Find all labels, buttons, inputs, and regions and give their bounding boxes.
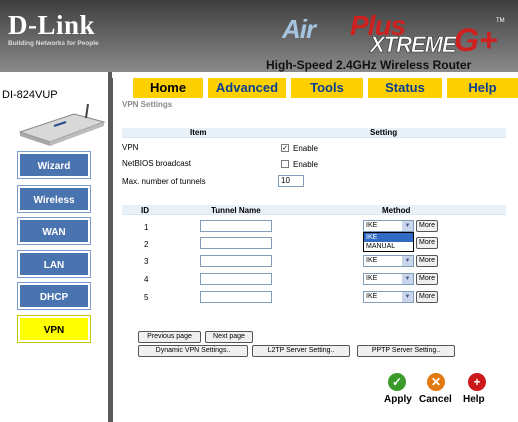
netbios-enable-label: Enable bbox=[293, 160, 318, 169]
nav-dhcp-button[interactable]: DHCP bbox=[17, 282, 91, 310]
tunnel-name-input[interactable] bbox=[200, 291, 272, 303]
tunnel-id: 2 bbox=[144, 240, 149, 249]
tunnel-name-input[interactable] bbox=[200, 237, 272, 249]
router-image bbox=[18, 104, 106, 146]
method-select[interactable]: IKE ▼ bbox=[363, 220, 414, 232]
tab-status[interactable]: Status bbox=[368, 78, 442, 98]
nav-lan-button[interactable]: LAN bbox=[17, 250, 91, 278]
model-name: DI-824VUP bbox=[2, 89, 58, 101]
dropdown-option-manual[interactable]: MANUAL bbox=[364, 242, 413, 251]
page-title: VPN Settings bbox=[122, 100, 173, 109]
chevron-down-icon: ▼ bbox=[402, 292, 413, 302]
nav-wireless-button[interactable]: Wireless bbox=[17, 185, 91, 213]
product-subtitle: High-Speed 2.4GHz Wireless Router bbox=[266, 58, 472, 72]
method-value: IKE bbox=[366, 275, 378, 282]
method-value: IKE bbox=[366, 293, 378, 300]
nav-wizard-button[interactable]: Wizard bbox=[17, 151, 91, 179]
chevron-down-icon: ▼ bbox=[402, 274, 413, 284]
product-gplus: G+ bbox=[454, 22, 498, 58]
method-select[interactable]: IKE ▼ bbox=[363, 291, 414, 303]
tab-help[interactable]: Help bbox=[447, 78, 518, 98]
method-value: IKE bbox=[366, 257, 378, 264]
cancel-label[interactable]: Cancel bbox=[419, 394, 452, 405]
method-value: IKE bbox=[366, 222, 378, 229]
product-air: Air bbox=[282, 14, 316, 44]
dropdown-option-ike[interactable]: IKE bbox=[364, 233, 413, 242]
product-xtreme: XTREME bbox=[370, 32, 457, 58]
tab-home[interactable]: Home bbox=[133, 78, 203, 98]
chevron-down-icon: ▼ bbox=[402, 221, 413, 231]
tunnel-id: 1 bbox=[144, 223, 149, 232]
sidebar-divider bbox=[108, 72, 113, 422]
tunnel-name-input[interactable] bbox=[200, 273, 272, 285]
previous-page-button[interactable]: Previous page bbox=[138, 331, 201, 343]
max-tunnels-input[interactable]: 10 bbox=[278, 175, 304, 187]
dynamic-vpn-settings-button[interactable]: Dynamic VPN Settings.. bbox=[138, 345, 248, 357]
tunnel-id: 4 bbox=[144, 275, 149, 284]
dlink-logo: D-Link Building Networks for People bbox=[8, 10, 99, 48]
top-tabs: Home Advanced Tools Status Help bbox=[133, 78, 518, 98]
tunnel-name-input[interactable] bbox=[200, 255, 272, 267]
tunnel-id: 3 bbox=[144, 257, 149, 266]
vpn-label: VPN bbox=[122, 143, 139, 152]
cancel-x-icon[interactable]: ✕ bbox=[427, 373, 445, 391]
help-label[interactable]: Help bbox=[463, 394, 485, 405]
method-dropdown-list[interactable]: IKE MANUAL bbox=[363, 232, 414, 252]
brand-name: D-Link bbox=[8, 10, 96, 40]
header-banner: D-Link Building Networks for People Air … bbox=[0, 0, 518, 72]
product-logo: Air Plus XTREME G+ TM High-Speed 2.4GHz … bbox=[258, 8, 516, 72]
col-id-header: ID bbox=[141, 206, 149, 215]
apply-label[interactable]: Apply bbox=[384, 394, 412, 405]
pptp-server-setting-button[interactable]: PPTP Server Setting.. bbox=[357, 345, 455, 357]
more-button[interactable]: More bbox=[416, 255, 438, 267]
tunnel-header-bar bbox=[122, 205, 506, 215]
tab-tools[interactable]: Tools bbox=[291, 78, 363, 98]
more-button[interactable]: More bbox=[416, 273, 438, 285]
col-item-header: Item bbox=[190, 128, 207, 137]
tunnel-name-input[interactable] bbox=[200, 220, 272, 232]
l2tp-server-setting-button[interactable]: L2TP Server Setting.. bbox=[252, 345, 350, 357]
brand-tagline: Building Networks for People bbox=[8, 40, 99, 47]
tab-advanced[interactable]: Advanced bbox=[208, 78, 286, 98]
col-setting-header: Setting bbox=[370, 128, 398, 137]
max-tunnels-label: Max. number of tunnels bbox=[122, 177, 206, 186]
more-button[interactable]: More bbox=[416, 291, 438, 303]
method-select[interactable]: IKE ▼ bbox=[363, 273, 414, 285]
help-plus-icon[interactable]: + bbox=[468, 373, 486, 391]
method-select[interactable]: IKE ▼ bbox=[363, 255, 414, 267]
vpn-enable-checkbox[interactable]: ✓ bbox=[281, 144, 289, 152]
netbios-label: NetBIOS broadcast bbox=[122, 159, 191, 168]
vpn-enable-label: Enable bbox=[293, 144, 318, 153]
nav-vpn-button[interactable]: VPN bbox=[17, 315, 91, 343]
col-method-header: Method bbox=[382, 206, 411, 215]
right-edge bbox=[514, 98, 518, 422]
apply-check-icon[interactable]: ✓ bbox=[388, 373, 406, 391]
chevron-down-icon: ▼ bbox=[402, 256, 413, 266]
more-button[interactable]: More bbox=[416, 237, 438, 249]
next-page-button[interactable]: Next page bbox=[205, 331, 253, 343]
more-button[interactable]: More bbox=[416, 220, 438, 232]
nav-wan-button[interactable]: WAN bbox=[17, 217, 91, 245]
netbios-enable-checkbox[interactable] bbox=[281, 160, 289, 168]
tunnel-id: 5 bbox=[144, 293, 149, 302]
col-tunnel-name-header: Tunnel Name bbox=[211, 206, 261, 215]
trademark: TM bbox=[496, 18, 505, 24]
settings-header-bar bbox=[122, 128, 506, 138]
